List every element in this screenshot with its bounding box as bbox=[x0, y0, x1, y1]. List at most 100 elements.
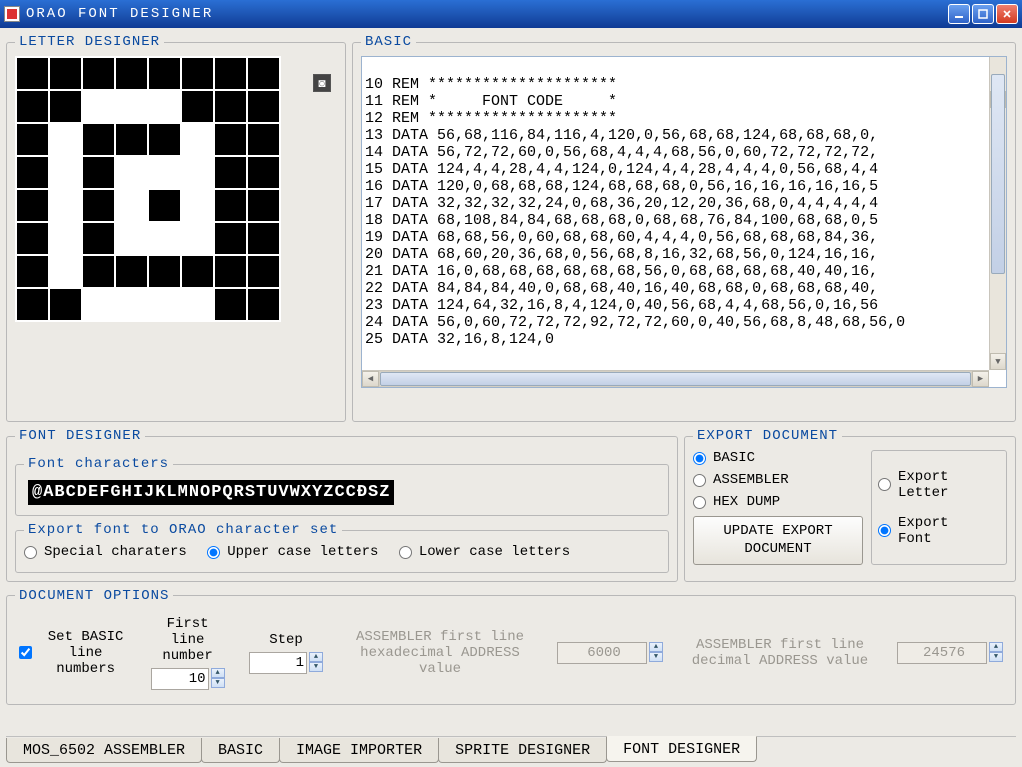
pixel[interactable] bbox=[149, 91, 180, 122]
set-line-numbers-checkbox[interactable] bbox=[19, 646, 32, 659]
pixel[interactable] bbox=[215, 58, 246, 89]
pixel[interactable] bbox=[17, 256, 48, 287]
pixel[interactable] bbox=[116, 289, 147, 320]
first-line-value[interactable]: 10 bbox=[151, 668, 209, 690]
pixel[interactable] bbox=[248, 223, 279, 254]
pixel[interactable] bbox=[50, 58, 81, 89]
radio-upper-case[interactable]: Upper case letters bbox=[207, 544, 378, 560]
pixel[interactable] bbox=[182, 256, 213, 287]
radio-export-letter[interactable]: Export Letter bbox=[878, 469, 988, 501]
pixel[interactable] bbox=[50, 124, 81, 155]
pixel[interactable] bbox=[215, 289, 246, 320]
tab-basic[interactable]: BASIC bbox=[201, 738, 280, 763]
pixel[interactable] bbox=[248, 289, 279, 320]
maximize-button[interactable] bbox=[972, 4, 994, 24]
radio-export-assembler[interactable]: ASSEMBLER bbox=[693, 472, 851, 488]
pixel[interactable] bbox=[116, 157, 147, 188]
pixel[interactable] bbox=[149, 124, 180, 155]
basic-code-pane[interactable]: 10 REM ********************* 11 REM * FO… bbox=[361, 56, 1007, 388]
pixel[interactable] bbox=[182, 223, 213, 254]
pixel[interactable] bbox=[17, 289, 48, 320]
radio-special-characters[interactable]: Special charaters bbox=[24, 544, 187, 560]
pixel[interactable] bbox=[83, 190, 114, 221]
pixel[interactable] bbox=[50, 157, 81, 188]
pixel[interactable] bbox=[17, 223, 48, 254]
pixel[interactable] bbox=[83, 223, 114, 254]
hscroll-thumb[interactable] bbox=[380, 372, 971, 386]
pixel[interactable] bbox=[17, 58, 48, 89]
pixel-grid[interactable] bbox=[15, 56, 281, 322]
scroll-thumb[interactable] bbox=[991, 74, 1005, 274]
pixel[interactable] bbox=[50, 190, 81, 221]
pixel[interactable] bbox=[50, 223, 81, 254]
tab-mos-6502-assembler[interactable]: MOS_6502 ASSEMBLER bbox=[6, 738, 202, 763]
pixel[interactable] bbox=[50, 289, 81, 320]
pixel[interactable] bbox=[149, 223, 180, 254]
horizontal-scrollbar[interactable]: ◀ ▶ bbox=[362, 370, 989, 387]
letter-designer-group: LETTER DESIGNER ◙ bbox=[6, 34, 346, 422]
pixel[interactable] bbox=[248, 91, 279, 122]
scroll-down-icon[interactable]: ▼ bbox=[990, 353, 1006, 370]
pixel[interactable] bbox=[182, 91, 213, 122]
pixel[interactable] bbox=[215, 190, 246, 221]
radio-export-font[interactable]: Export Font bbox=[878, 515, 988, 547]
pixel[interactable] bbox=[215, 124, 246, 155]
pixel[interactable] bbox=[116, 124, 147, 155]
pixel[interactable] bbox=[17, 157, 48, 188]
radio-export-hexdump[interactable]: HEX DUMP bbox=[693, 494, 851, 510]
scroll-right-icon[interactable]: ▶ bbox=[972, 371, 989, 387]
pixel[interactable] bbox=[83, 289, 114, 320]
pixel[interactable] bbox=[215, 256, 246, 287]
pixel[interactable] bbox=[83, 91, 114, 122]
pixel[interactable] bbox=[50, 91, 81, 122]
pixel[interactable] bbox=[83, 58, 114, 89]
pixel[interactable] bbox=[182, 157, 213, 188]
pixel[interactable] bbox=[116, 223, 147, 254]
tab-sprite-designer[interactable]: SPRITE DESIGNER bbox=[438, 738, 607, 763]
pixel[interactable] bbox=[149, 256, 180, 287]
letter-preview-icon[interactable]: ◙ bbox=[313, 74, 331, 92]
asm-hex-spinner: ▲▼ bbox=[649, 642, 663, 664]
pixel[interactable] bbox=[248, 58, 279, 89]
step-value[interactable]: 1 bbox=[249, 652, 307, 674]
tab-font-designer[interactable]: FONT DESIGNER bbox=[606, 736, 757, 762]
pixel[interactable] bbox=[149, 289, 180, 320]
radio-lower-case[interactable]: Lower case letters bbox=[399, 544, 570, 560]
update-export-button[interactable]: UPDATE EXPORT DOCUMENT bbox=[693, 516, 863, 565]
pixel[interactable] bbox=[17, 190, 48, 221]
pixel[interactable] bbox=[149, 190, 180, 221]
pixel[interactable] bbox=[17, 124, 48, 155]
step-spinner[interactable]: ▲▼ bbox=[309, 652, 323, 674]
radio-export-basic[interactable]: BASIC bbox=[693, 450, 851, 466]
pixel[interactable] bbox=[248, 256, 279, 287]
tab-image-importer[interactable]: IMAGE IMPORTER bbox=[279, 738, 439, 763]
pixel[interactable] bbox=[83, 157, 114, 188]
pixel[interactable] bbox=[83, 256, 114, 287]
pixel[interactable] bbox=[248, 124, 279, 155]
pixel[interactable] bbox=[149, 58, 180, 89]
vertical-scrollbar[interactable]: ▲ ▼ bbox=[989, 57, 1006, 370]
pixel[interactable] bbox=[116, 91, 147, 122]
pixel[interactable] bbox=[50, 256, 81, 287]
pixel[interactable] bbox=[149, 157, 180, 188]
minimize-button[interactable] bbox=[948, 4, 970, 24]
pixel[interactable] bbox=[215, 223, 246, 254]
pixel[interactable] bbox=[83, 124, 114, 155]
pixel[interactable] bbox=[248, 190, 279, 221]
pixel[interactable] bbox=[182, 124, 213, 155]
scroll-left-icon[interactable]: ◀ bbox=[362, 371, 379, 387]
pixel[interactable] bbox=[215, 91, 246, 122]
pixel[interactable] bbox=[215, 157, 246, 188]
pixel[interactable] bbox=[182, 58, 213, 89]
font-characters-strip[interactable]: @ABCDEFGHIJKLMNOPQRSTUVWXYZCCĐSZ bbox=[28, 480, 394, 505]
pixel[interactable] bbox=[116, 256, 147, 287]
first-line-spinner[interactable]: ▲▼ bbox=[211, 668, 225, 690]
pixel[interactable] bbox=[116, 58, 147, 89]
first-line-label: First line number bbox=[148, 616, 227, 664]
pixel[interactable] bbox=[248, 157, 279, 188]
close-button[interactable] bbox=[996, 4, 1018, 24]
pixel[interactable] bbox=[116, 190, 147, 221]
pixel[interactable] bbox=[182, 289, 213, 320]
pixel[interactable] bbox=[17, 91, 48, 122]
pixel[interactable] bbox=[182, 190, 213, 221]
